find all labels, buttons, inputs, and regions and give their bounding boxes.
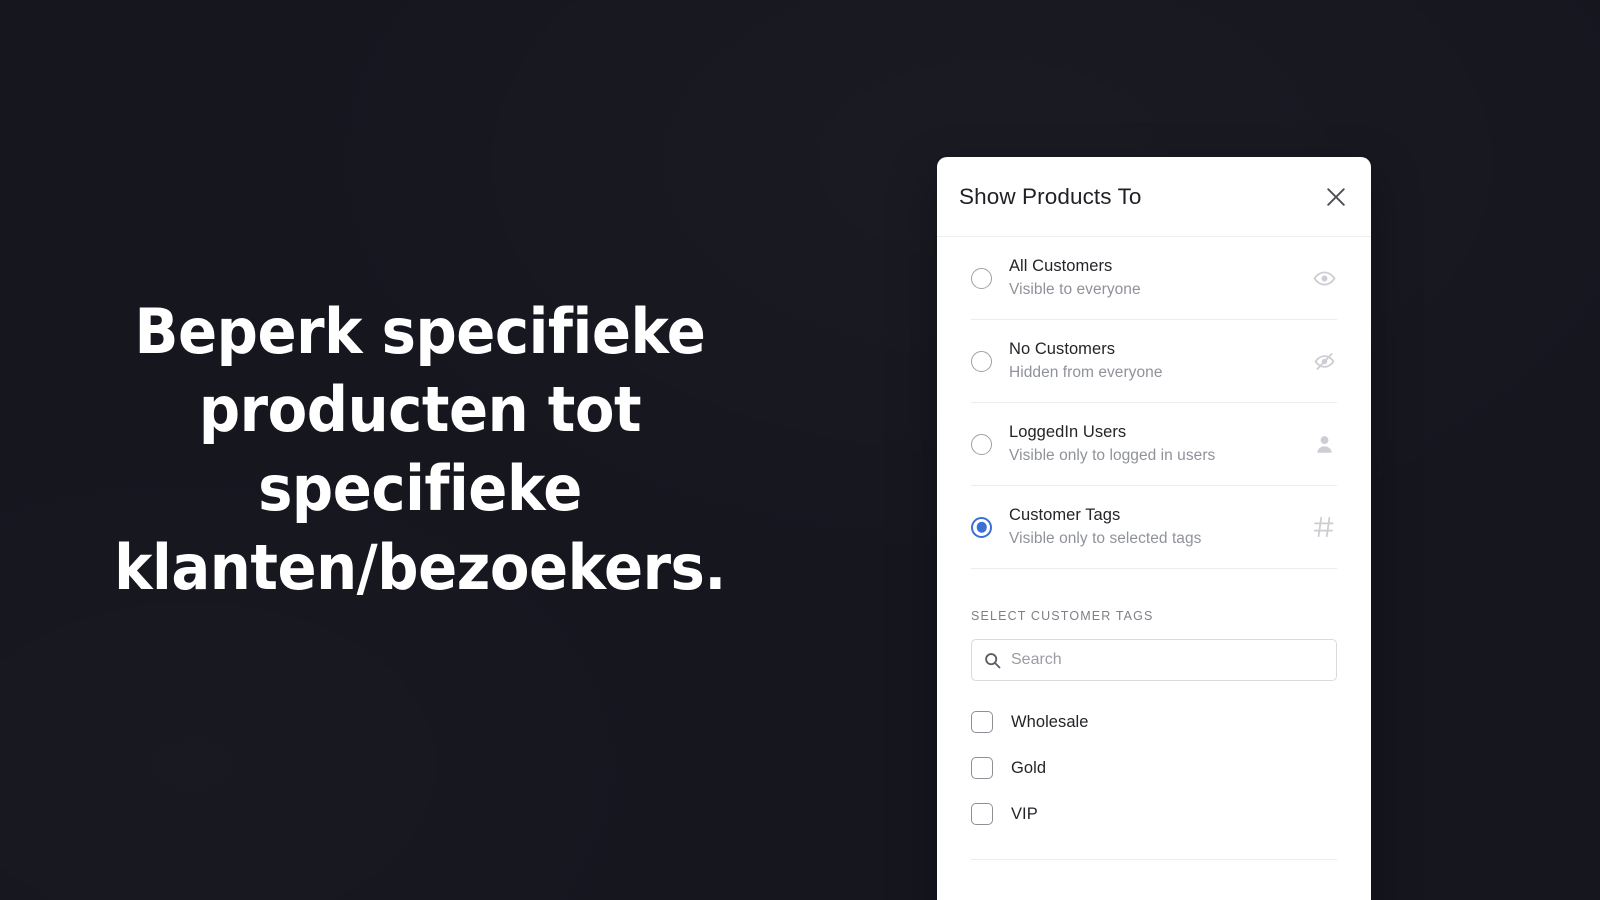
dialog-footer-divider bbox=[971, 859, 1337, 900]
checkbox-wholesale[interactable] bbox=[971, 711, 993, 733]
eye-icon bbox=[1311, 265, 1337, 291]
radio-all-customers[interactable] bbox=[971, 267, 992, 289]
close-icon bbox=[1325, 186, 1347, 208]
tag-row-wholesale[interactable]: Wholesale bbox=[971, 699, 1337, 745]
option-loggedin-users[interactable]: LoggedIn Users Visible only to logged in… bbox=[971, 403, 1337, 486]
option-loggedin-users-description: Visible only to logged in users bbox=[1009, 447, 1216, 465]
select-customer-tags-section: SELECT CUSTOMER TAGS Wholesale Gold bbox=[937, 609, 1371, 900]
option-no-customers[interactable]: No Customers Hidden from everyone bbox=[971, 320, 1337, 403]
tag-search-box[interactable] bbox=[971, 639, 1337, 681]
tag-label-vip: VIP bbox=[1011, 804, 1038, 823]
option-all-customers-description: Visible to everyone bbox=[1009, 281, 1141, 299]
dialog-header: Show Products To bbox=[937, 157, 1371, 237]
option-no-customers-description: Hidden from everyone bbox=[1009, 364, 1163, 382]
option-loggedin-users-texts: LoggedIn Users Visible only to logged in… bbox=[1009, 421, 1311, 467]
radio-loggedin-users[interactable] bbox=[971, 433, 992, 455]
page-headline: Beperk specifieke producten tot specifie… bbox=[114, 294, 726, 604]
visibility-options-list: All Customers Visible to everyone No Cus… bbox=[937, 237, 1371, 569]
option-all-customers-texts: All Customers Visible to everyone bbox=[1009, 255, 1311, 301]
show-products-to-dialog: Show Products To All Customers Visible t… bbox=[937, 157, 1371, 900]
eye-off-icon bbox=[1311, 348, 1337, 374]
radio-customer-tags[interactable] bbox=[971, 516, 992, 538]
option-customer-tags-description: Visible only to selected tags bbox=[1009, 530, 1202, 548]
option-loggedin-users-label: LoggedIn Users bbox=[1009, 423, 1127, 442]
headline-section: Beperk specifieke producten tot specifie… bbox=[0, 0, 900, 900]
tag-label-wholesale: Wholesale bbox=[1011, 712, 1089, 731]
option-all-customers[interactable]: All Customers Visible to everyone bbox=[971, 237, 1337, 320]
option-all-customers-label: All Customers bbox=[1009, 257, 1113, 276]
tag-row-gold[interactable]: Gold bbox=[971, 745, 1337, 791]
tag-row-vip[interactable]: VIP bbox=[971, 791, 1337, 837]
customer-tag-list: Wholesale Gold VIP bbox=[971, 699, 1337, 837]
option-no-customers-label: No Customers bbox=[1009, 340, 1116, 359]
select-customer-tags-label: SELECT CUSTOMER TAGS bbox=[971, 609, 1154, 623]
option-customer-tags[interactable]: Customer Tags Visible only to selected t… bbox=[971, 486, 1337, 569]
option-no-customers-texts: No Customers Hidden from everyone bbox=[1009, 338, 1311, 384]
person-icon bbox=[1311, 431, 1337, 457]
dialog-title: Show Products To bbox=[959, 183, 1142, 209]
option-customer-tags-texts: Customer Tags Visible only to selected t… bbox=[1009, 504, 1311, 550]
tag-label-gold: Gold bbox=[1011, 758, 1047, 777]
search-icon bbox=[984, 652, 1001, 669]
hash-icon bbox=[1311, 514, 1337, 540]
radio-no-customers[interactable] bbox=[971, 350, 992, 372]
option-customer-tags-label: Customer Tags bbox=[1009, 506, 1121, 525]
checkbox-vip[interactable] bbox=[971, 803, 993, 825]
tag-search-input[interactable] bbox=[1011, 651, 1324, 669]
close-button[interactable] bbox=[1319, 180, 1353, 214]
checkbox-gold[interactable] bbox=[971, 757, 993, 779]
